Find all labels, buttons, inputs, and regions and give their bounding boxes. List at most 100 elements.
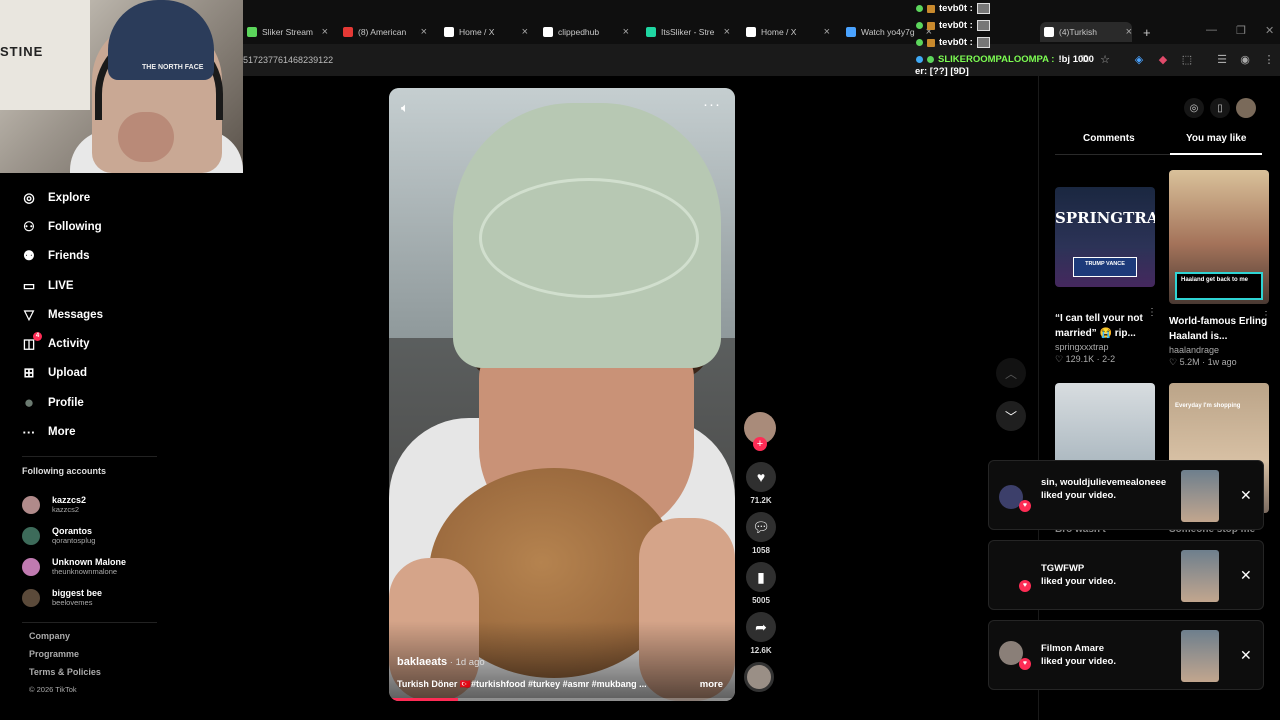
footer-links: Company Programme Terms & Policies © 202… [29,631,101,694]
account-handle: beelovemes [52,598,93,607]
card-meta: ♡ 129.1K · 2-2 [1055,354,1116,364]
tab-label: Watch yo4y7g [861,27,915,37]
bookmark-star-icon[interactable]: ☆ [1098,53,1112,67]
following-account[interactable]: kazzcs2 kazzcs2 [22,489,126,520]
comment-icon[interactable]: 💬︎ [746,512,776,542]
card-user[interactable]: springxxxtrap [1055,342,1157,352]
notification-toast[interactable]: ♥ sin, wouldjulievemealoneee liked your v… [988,460,1264,530]
close-icon[interactable]: ✕ [1240,567,1252,584]
tab-close-icon[interactable]: × [522,26,528,38]
bookmark-icon[interactable]: ▮ [746,562,776,592]
author-name[interactable]: baklaeats [397,656,447,668]
tab-close-icon[interactable]: × [623,26,629,38]
card-user[interactable]: haalandrage [1169,345,1271,355]
tab-close-icon[interactable]: × [322,26,328,38]
card-more-icon[interactable]: ⋮ [1147,307,1157,318]
sidebar-item-following[interactable]: ⚇ Following [20,212,220,241]
following-accounts-title: Following accounts [22,466,107,476]
card-more-icon[interactable]: ⋮ [1261,310,1271,321]
volume-icon[interactable]: 🔈︎ [401,100,409,116]
author-avatar[interactable]: + [744,412,776,451]
notification-toast[interactable]: ♥ TGWFWP liked your video. ✕ [988,540,1264,610]
tab-close-icon[interactable]: × [421,26,427,38]
compass-icon[interactable]: ◎ [1184,98,1204,118]
tab-close-icon[interactable]: × [824,26,830,38]
url-text[interactable]: 517237761468239122 [243,55,333,65]
card-thumbnail[interactable]: Haaland get back to me [1169,170,1269,304]
card-thumbnail[interactable]: SPRINGTRAP TRUMP VANCE [1055,187,1155,287]
tab-close-icon[interactable]: × [724,26,730,38]
tab-comments[interactable]: Comments [1083,133,1135,144]
close-icon[interactable]: ✕ [1240,487,1252,504]
browser-tab[interactable]: Home / X × [742,22,830,42]
tab-favicon-icon [543,27,553,37]
puzzle-icon[interactable]: ⬚ [1180,53,1194,67]
notification-toast[interactable]: ♥ Filmon Amare liked your video. ✕ [988,620,1264,690]
next-video-chevron-down-icon[interactable]: ﹀ [996,401,1026,431]
caption-more-link[interactable]: more [700,679,723,690]
video-progress-bar[interactable] [389,698,735,701]
sidebar-item-explore[interactable]: ◎ Explore [20,183,220,212]
chat-message: !bj 1000 [1058,54,1094,65]
thumb-text: SPRINGTRAP [1055,209,1155,227]
tab-close-icon[interactable]: × [1126,26,1132,38]
following-account[interactable]: Qorantos qorantosplug [22,520,126,551]
notification-video-thumb[interactable] [1181,470,1219,522]
browser-tab[interactable]: clippedhub × [539,22,629,42]
previous-video-chevron-up-icon[interactable]: ︿ [996,358,1026,388]
browser-tab[interactable]: (8) American × [339,22,427,42]
notification-video-thumb[interactable] [1181,550,1219,602]
more-icon: ··· [22,424,36,440]
emote-icon [976,37,990,48]
extension-icon[interactable]: ◆ [1156,53,1170,67]
sidebar-item-activity[interactable]: ◫ 4 Activity [20,329,220,358]
action-bar: + ♥ 71.2K 💬︎ 1058 ▮ 5005 ➦ 12.6K [744,412,778,692]
sidebar-item-live[interactable]: ▭ LIVE [20,271,220,300]
close-icon[interactable]: ✕ [1240,647,1252,664]
sidebar-item-messages[interactable]: ▽ Messages [20,300,220,329]
comment-count: 1058 [752,546,770,555]
sidebar-item-upload[interactable]: ⊞ Upload [20,359,220,388]
card-title[interactable]: World-famous Erling Haaland is... [1169,314,1271,344]
footer-link-programme[interactable]: Programme [29,649,101,667]
tab-you-may-like[interactable]: You may like [1186,133,1246,144]
notification-video-thumb[interactable] [1181,630,1219,682]
copyright: © 2026 TikTok [29,685,77,694]
new-tab-button[interactable]: + [1143,22,1151,42]
tab-label: (8) American [358,27,407,37]
chat-line: tevb0t : [916,17,1094,34]
profile-icon[interactable]: ◉ [1238,53,1252,67]
footer-link-terms[interactable]: Terms & Policies [29,667,101,685]
thumb-sign-text: TRUMP VANCE [1073,257,1137,277]
browser-tab[interactable]: Sliker Stream × [243,22,328,42]
share-arrow-icon[interactable]: ➦ [746,612,776,642]
video-player[interactable]: 🔈︎ ··· baklaeats · 1d ago Turkish Döner … [389,88,735,701]
browser-tab[interactable]: Home / X × [440,22,528,42]
follow-plus-icon[interactable]: + [753,437,767,451]
card-title[interactable]: “I can tell your not married” 😭 rip... [1055,311,1157,341]
video-author[interactable]: baklaeats · 1d ago [397,656,485,668]
user-avatar[interactable] [1236,98,1256,118]
heart-icon: ♥ [1019,658,1031,670]
minimize-icon[interactable]: — [1206,24,1217,36]
phone-icon[interactable]: ▯ [1210,98,1230,118]
sidebar-item-more[interactable]: ··· More [20,417,220,446]
following-account[interactable]: biggest bee beelovemes [22,582,126,613]
like-heart-icon[interactable]: ♥ [746,462,776,492]
sidebar-item-friends[interactable]: ⚉ Friends [20,242,220,271]
recommended-card[interactable]: Haaland get back to me World-famous Erli… [1169,170,1271,368]
restore-icon[interactable]: ❐ [1236,24,1246,37]
close-window-icon[interactable]: ✕ [1265,24,1274,37]
browser-tab[interactable]: ItsSliker - Stre × [642,22,730,42]
sidebar-item-profile[interactable]: ● Profile [20,388,220,417]
footer-link-company[interactable]: Company [29,631,101,649]
reading-list-icon[interactable]: ☰ [1215,53,1229,67]
extension-icon[interactable]: ◈ [1132,53,1146,67]
browser-menu-icon[interactable]: ⋮ [1262,53,1276,67]
avatar [22,495,40,514]
following-account[interactable]: Unknown Malone theunknownmalone [22,551,126,582]
music-disc-icon[interactable] [744,662,774,692]
more-options-icon[interactable]: ··· [703,96,721,113]
recommended-card[interactable]: SPRINGTRAP TRUMP VANCE “I can tell your … [1055,187,1157,365]
streamer-webcam: STINE THE NORTH FACE [0,0,243,173]
